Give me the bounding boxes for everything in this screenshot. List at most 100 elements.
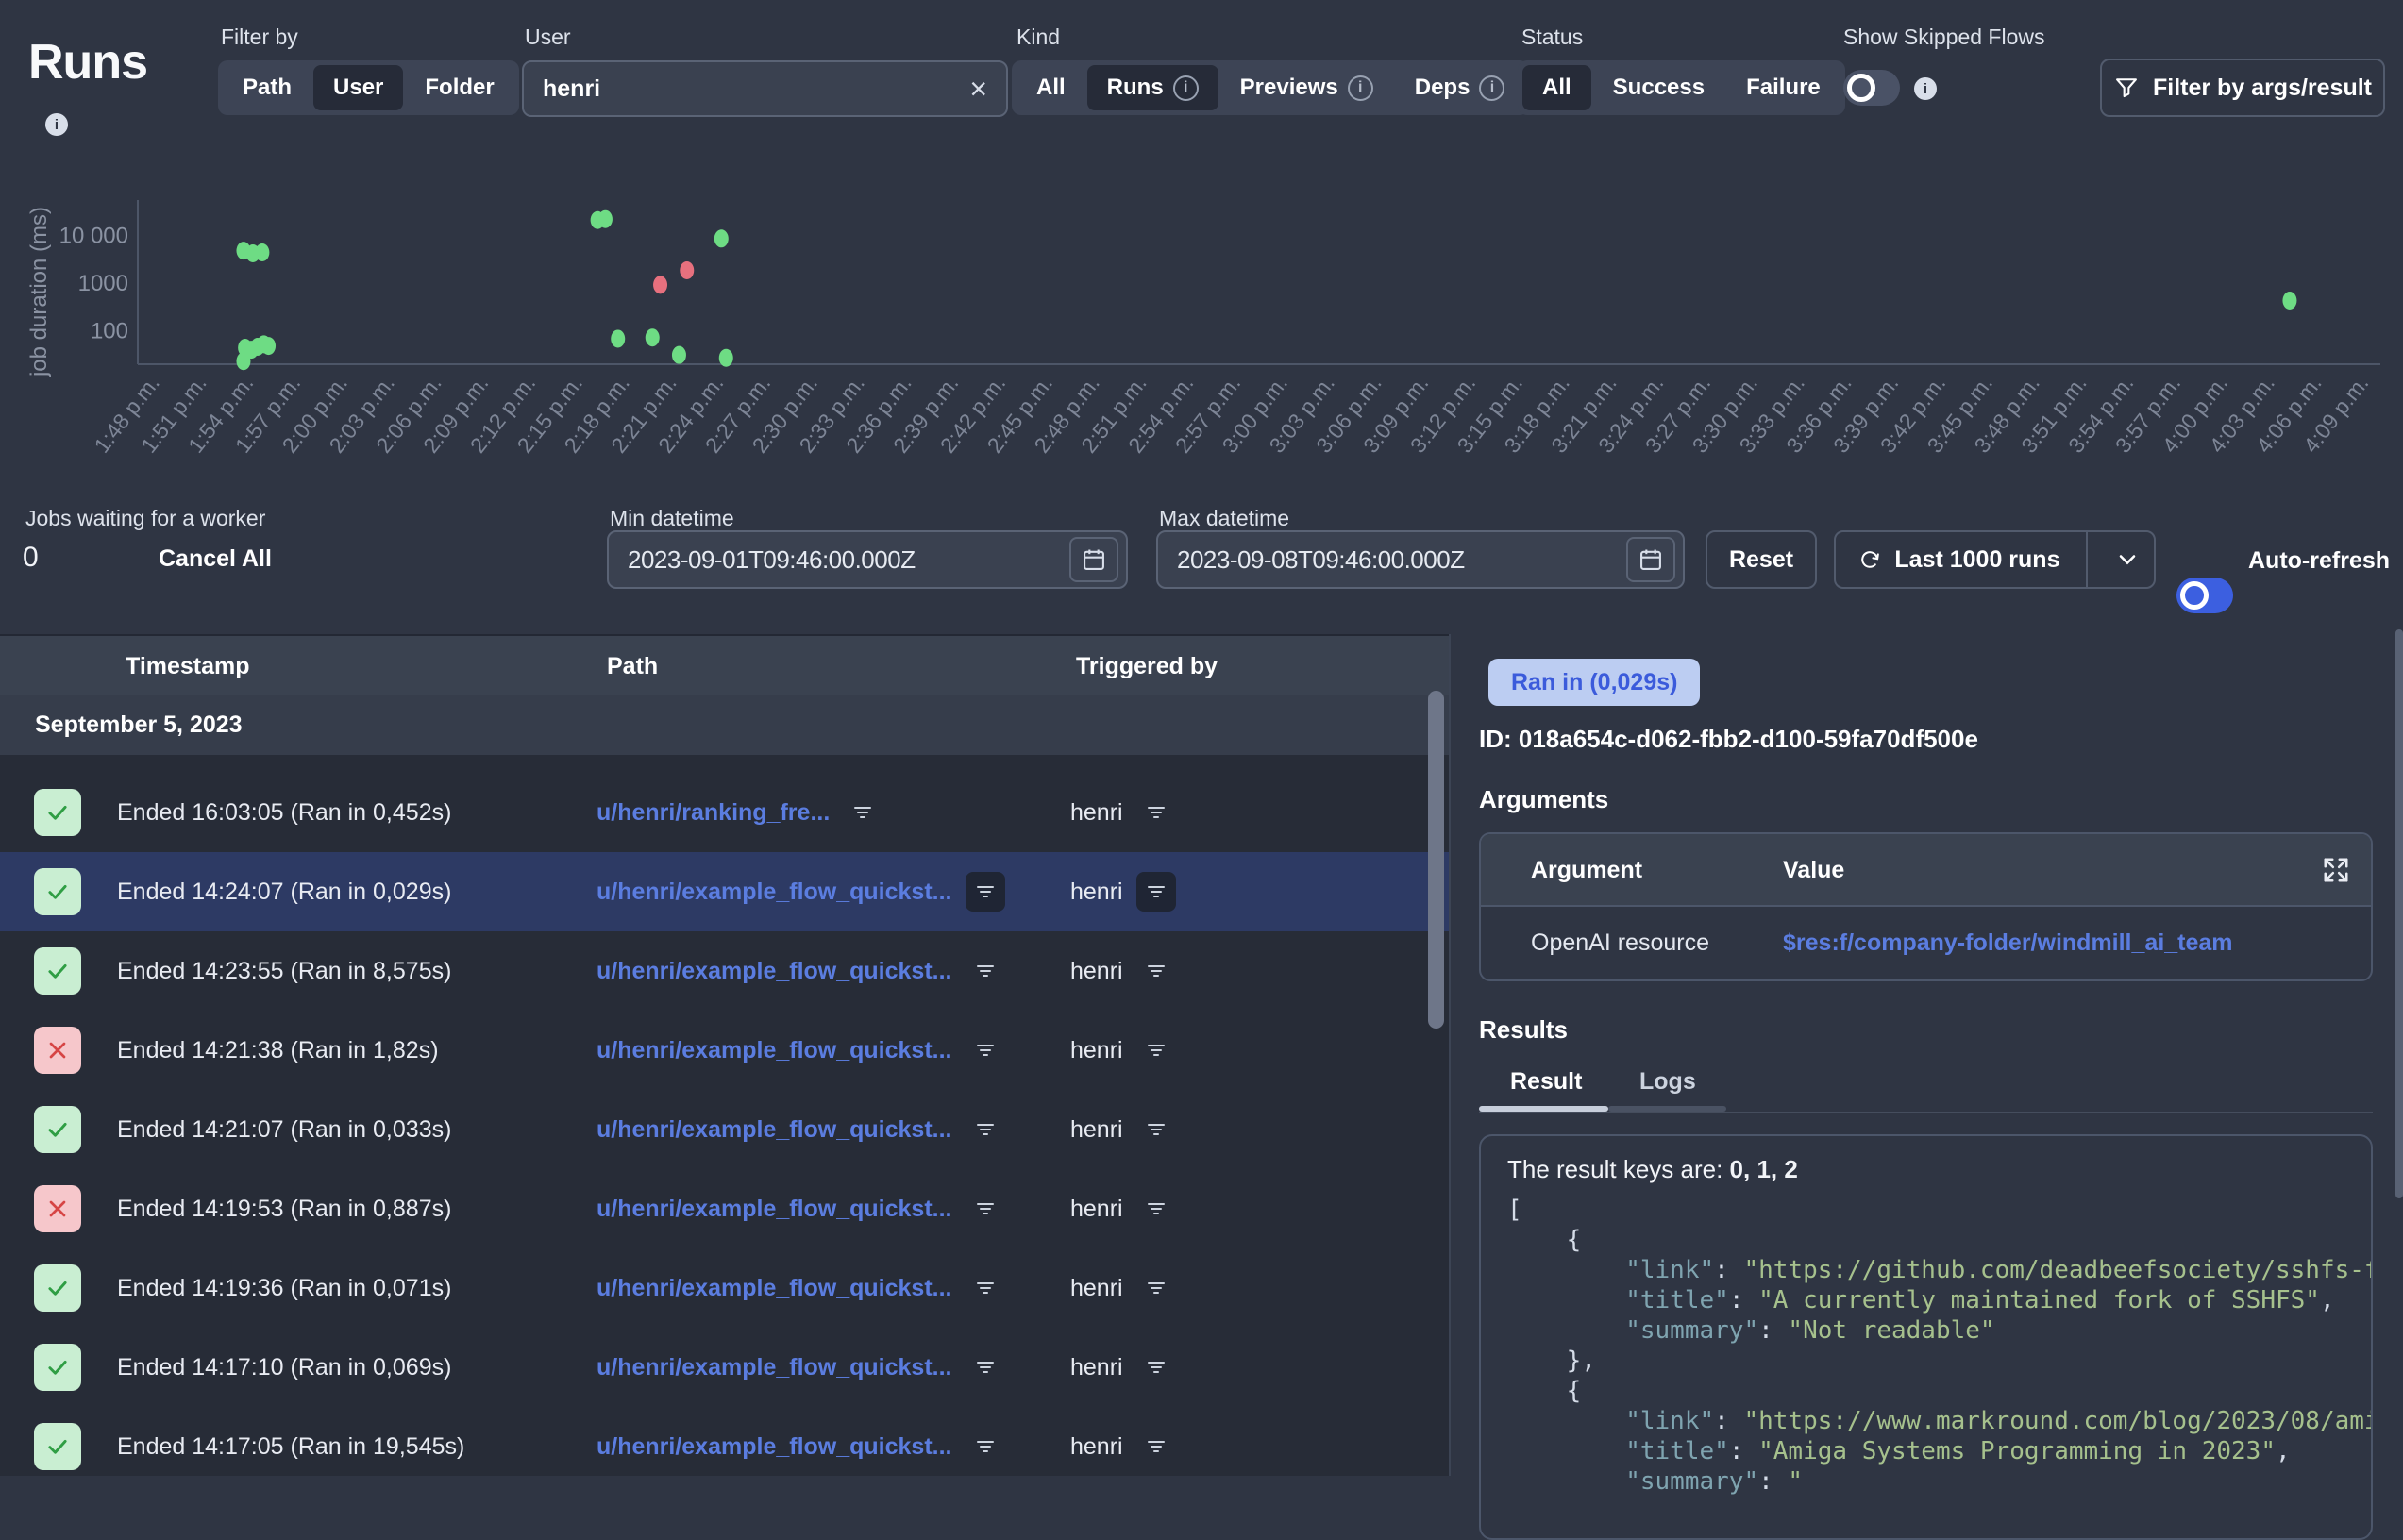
filter-by-user-button[interactable] [1136,872,1176,912]
filter-by-path-button[interactable] [966,1348,1005,1387]
clear-user-icon[interactable]: × [969,74,987,104]
last-runs-dropdown[interactable] [2101,546,2154,573]
filter-by-user-button[interactable] [1136,1189,1176,1229]
auto-refresh-toggle[interactable] [2176,578,2233,613]
filter-lines-icon [1145,960,1168,982]
run-path-link[interactable]: u/henri/example_flow_quickst... [597,1196,952,1223]
table-header: Timestamp Path Triggered by [0,634,1449,696]
toggle-knob [1847,74,1875,102]
result-json: [ { "link": "https://github.com/deadbeef… [1507,1195,2373,1497]
skipped-info-icon[interactable]: i [1914,77,1937,100]
run-timestamp: Ended 14:19:36 (Ran in 0,071s) [117,1248,451,1328]
calendar-icon [1081,546,1107,573]
status-failure[interactable]: Failure [1726,65,1840,110]
filter-by-user-button[interactable] [1136,1030,1176,1070]
success-job-dot[interactable] [714,229,729,247]
expand-icon[interactable] [2322,856,2350,884]
show-skipped-label: Show Skipped Flows [1843,25,2045,50]
filter-by-path-button[interactable] [966,1189,1005,1229]
failure-job-dot[interactable] [653,276,667,293]
max-datetime-input[interactable]: 2023-09-08T09:46:00.000Z [1156,530,1685,589]
check-icon [43,878,72,906]
filter-by-path-button[interactable] [966,1030,1005,1070]
filter-by-user-button[interactable] [1136,1427,1176,1466]
filter-by-path-button[interactable] [966,872,1005,912]
refresh-icon [1858,546,1881,573]
filter-by-path-button[interactable] [966,1427,1005,1466]
page-scrollbar[interactable] [2395,629,2403,1198]
success-job-dot[interactable] [646,328,660,346]
tab-result[interactable]: Result [1510,1068,1582,1096]
table-row[interactable]: Ended 14:17:10 (Ran in 0,069s) u/henri/e… [0,1328,1449,1407]
min-datetime-input[interactable]: 2023-09-01T09:46:00.000Z [607,530,1128,589]
success-job-dot[interactable] [611,329,625,347]
kind-all[interactable]: All [1017,65,1085,110]
success-job-dot[interactable] [598,210,613,228]
filter-by-user-button[interactable] [1136,951,1176,991]
table-row[interactable]: Ended 14:19:53 (Ran in 0,887s) u/henri/e… [0,1169,1449,1248]
filter-by-folder[interactable]: Folder [405,65,513,110]
info-icon[interactable]: i [1173,75,1199,101]
filter-by-user-button[interactable] [1136,793,1176,832]
run-path-link[interactable]: u/henri/example_flow_quickst... [597,1354,952,1381]
filter-lines-icon [974,1039,997,1062]
table-row[interactable]: Ended 14:21:38 (Ran in 1,82s) u/henri/ex… [0,1011,1449,1090]
success-job-dot[interactable] [672,346,686,364]
filter-by-user-button[interactable] [1136,1268,1176,1308]
runs-info-icon[interactable]: i [45,113,68,136]
tab-logs[interactable]: Logs [1639,1068,1696,1096]
last-runs-button[interactable]: Last 1000 runs [1834,530,2156,589]
status-success[interactable]: Success [1593,65,1724,110]
min-calendar-button[interactable] [1069,537,1118,582]
filter-by-path-button[interactable] [966,1268,1005,1308]
run-path-link[interactable]: u/henri/example_flow_quickst... [597,1037,952,1064]
run-path-link[interactable]: u/henri/example_flow_quickst... [597,879,952,906]
run-path-link[interactable]: u/henri/example_flow_quickst... [597,958,952,985]
filter-args-button[interactable]: Filter by args/result [2100,59,2385,117]
filter-lines-icon [974,960,997,982]
reset-button[interactable]: Reset [1706,530,1817,589]
table-scrollbar[interactable] [1428,691,1444,1029]
run-timestamp: Ended 14:24:07 (Ran in 0,029s) [117,852,451,931]
filter-by-path-button[interactable] [966,1110,1005,1149]
run-path-link[interactable]: u/henri/example_flow_quickst... [597,1116,952,1144]
run-path-link[interactable]: u/henri/example_flow_quickst... [597,1275,952,1302]
filter-by-path-button[interactable] [843,793,882,832]
failure-job-dot[interactable] [680,261,694,279]
status-icon [34,868,81,915]
table-row[interactable]: Ended 14:24:07 (Ran in 0,029s) u/henri/e… [0,852,1449,931]
filter-by-path[interactable]: Path [223,65,311,110]
filter-lines-icon [974,1277,997,1299]
success-job-dot[interactable] [2282,292,2296,310]
user-filter-input[interactable]: henri × [522,60,1008,117]
table-row[interactable]: Ended 16:03:05 (Ran in 0,452s) u/henri/r… [0,773,1449,852]
success-job-dot[interactable] [719,349,733,367]
filter-lines-icon [974,1356,997,1379]
table-row[interactable]: Ended 14:19:36 (Ran in 0,071s) u/henri/e… [0,1248,1449,1328]
page-title: Runs [28,34,147,91]
success-job-dot[interactable] [261,337,276,355]
filter-by-user-button[interactable] [1136,1110,1176,1149]
col-timestamp: Timestamp [126,653,250,680]
cancel-all-button[interactable]: Cancel All [159,545,272,573]
filter-by-user[interactable]: User [313,65,403,110]
run-user: henri [1070,1275,1123,1302]
max-calendar-button[interactable] [1626,537,1675,582]
success-job-dot[interactable] [255,243,269,261]
kind-deps[interactable]: Depsi [1395,65,1525,110]
kind-runs[interactable]: Runsi [1087,65,1218,110]
divider [1479,1112,2373,1113]
status-all[interactable]: All [1522,65,1591,110]
table-row[interactable]: Ended 14:17:05 (Ran in 19,545s) u/henri/… [0,1407,1449,1486]
filter-by-path-button[interactable] [966,951,1005,991]
table-row[interactable]: Ended 14:23:55 (Ran in 8,575s) u/henri/e… [0,931,1449,1011]
filter-by-user-button[interactable] [1136,1348,1176,1387]
table-row[interactable]: Ended 14:21:07 (Ran in 0,033s) u/henri/e… [0,1090,1449,1169]
info-icon[interactable]: i [1479,75,1504,101]
show-skipped-toggle[interactable] [1843,70,1900,106]
run-path-link[interactable]: u/henri/example_flow_quickst... [597,1433,952,1461]
argument-value-link[interactable]: $res:f/company-folder/windmill_ai_team [1783,929,2233,957]
run-path-link[interactable]: u/henri/ranking_fre... [597,799,830,827]
info-icon[interactable]: i [1348,75,1373,101]
kind-previews[interactable]: Previewsi [1220,65,1393,110]
